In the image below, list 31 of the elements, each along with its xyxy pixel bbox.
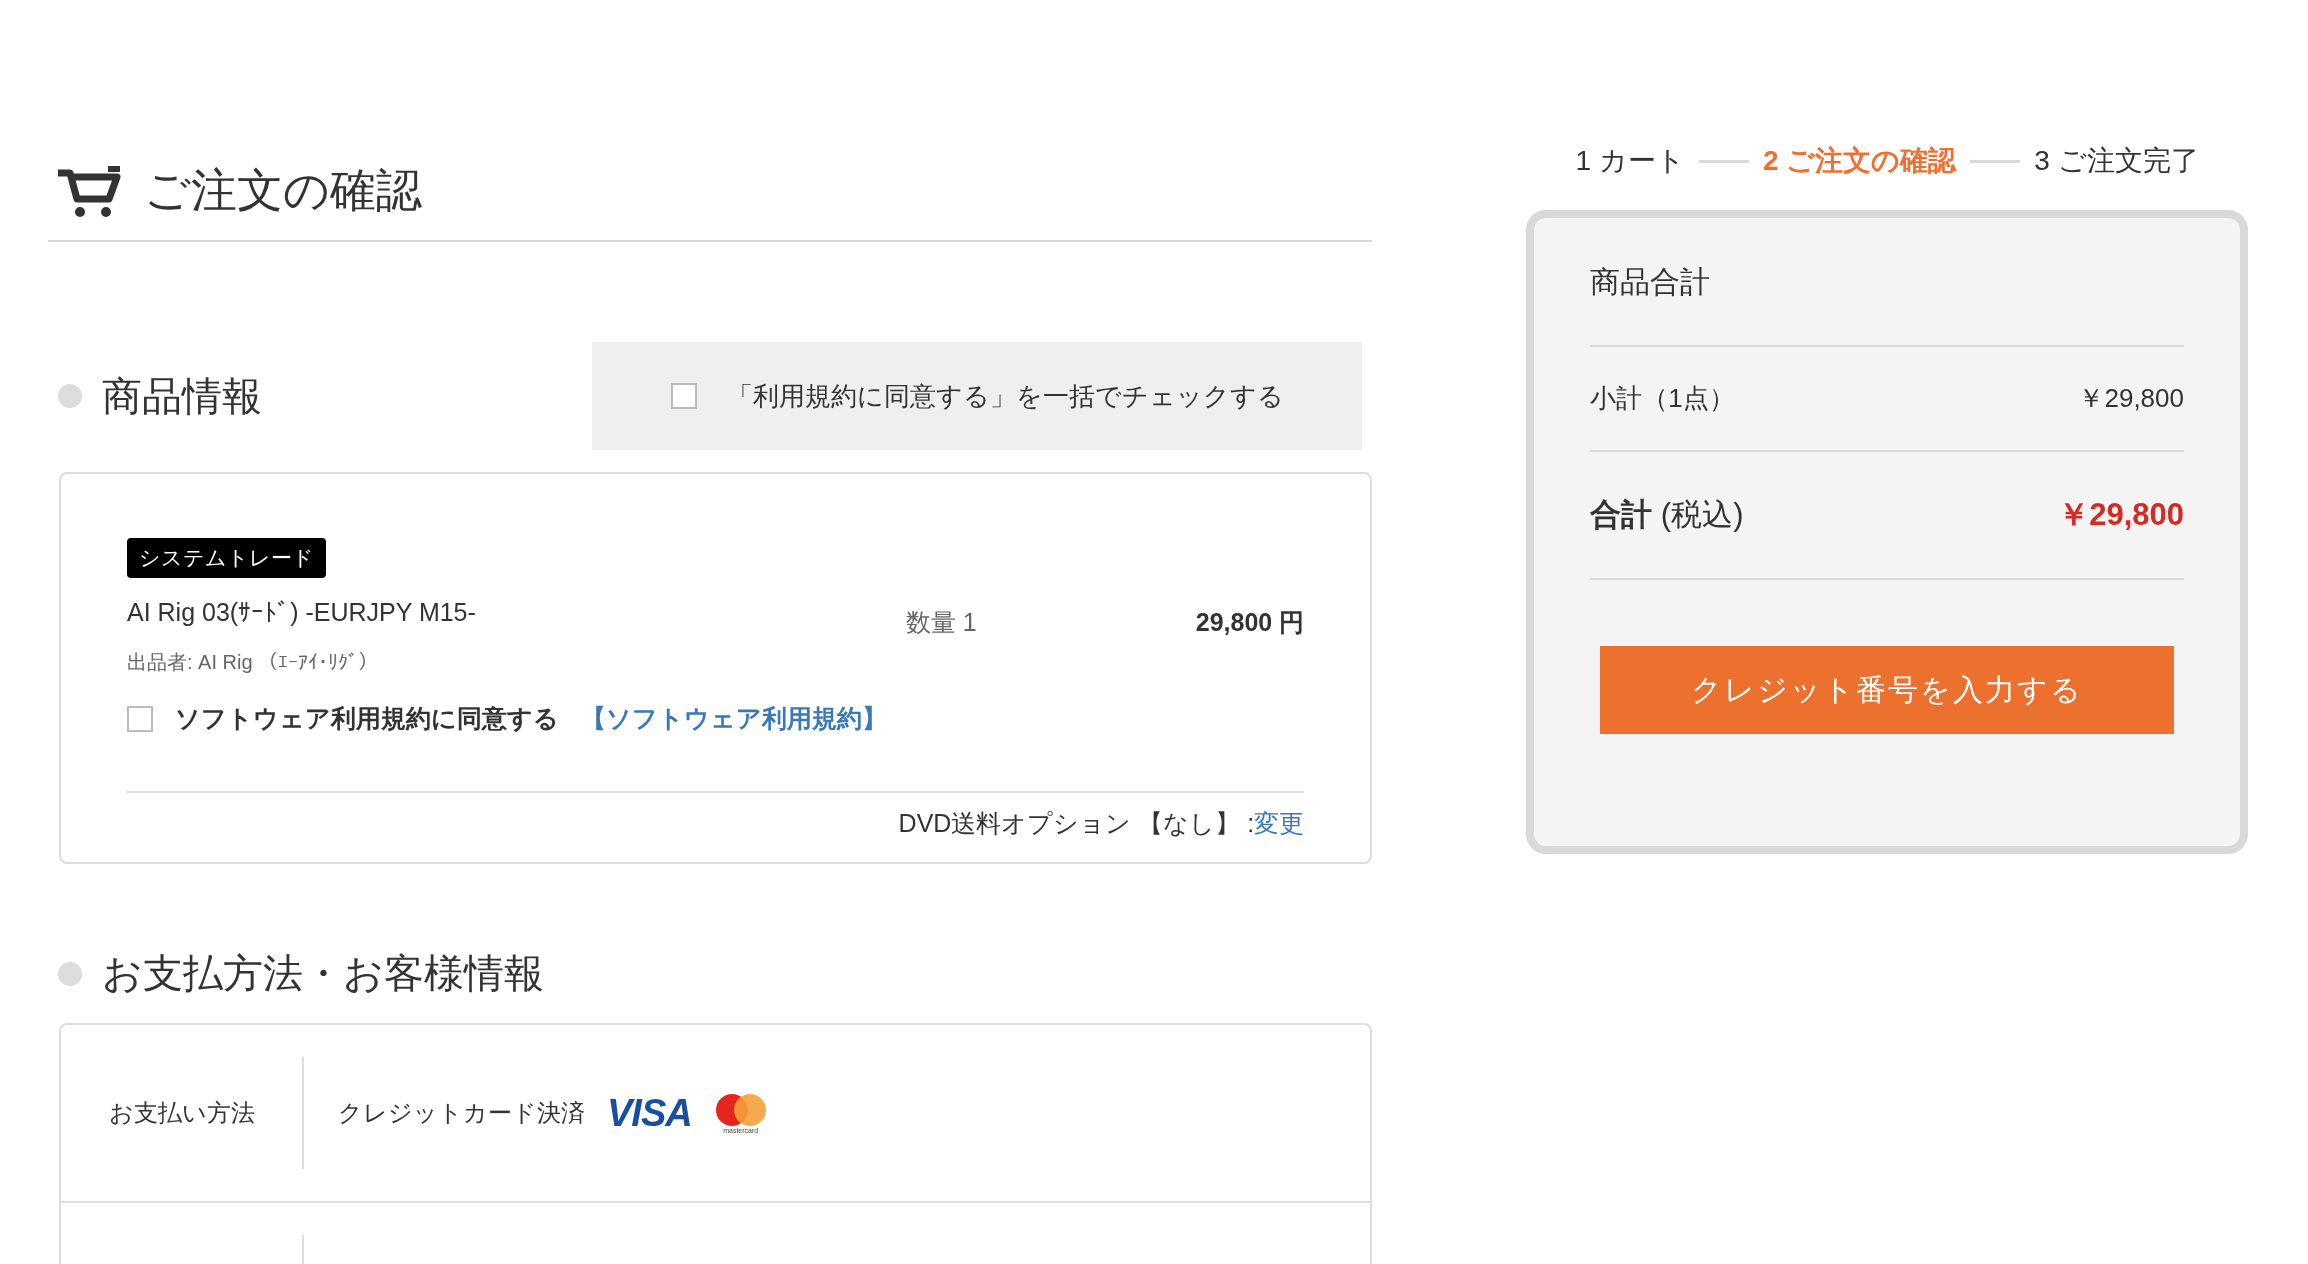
category-tag: システムトレード (127, 538, 326, 578)
circles-icon (713, 1092, 768, 1127)
quantity-text: 数量 1 (905, 606, 978, 638)
bulk-agree-button[interactable]: 「利用規約に同意する」を一括でチェックする (592, 342, 1363, 450)
section-heading: お支払方法・お客様情報 (102, 950, 544, 997)
total-label: 合計 (税込) (1590, 496, 1744, 534)
bullet-dot (58, 384, 82, 408)
payment-method-text: クレジットカード決済 (338, 1098, 585, 1128)
credit-card-button[interactable]: クレジット番号を入力する (1600, 646, 2174, 734)
step-label: 2 ご注文の確認 (1762, 144, 1957, 178)
cart-icon (56, 163, 122, 219)
step-label: 3 ご注文完了 (2034, 144, 2199, 178)
seller-text: 出品者: AI Rig （ｴｰｱｲ･ﾘｸﾞ） (127, 650, 380, 675)
step-label: 1 カート (1575, 144, 1685, 178)
row-label: お支払い方法 (108, 1098, 255, 1128)
summary-title: 商品合計 (1590, 265, 1711, 298)
price-text: 29,800 円 (1195, 606, 1305, 638)
bullet-dot (58, 961, 82, 986)
subtotal-value: ￥29,800 (2078, 382, 2184, 415)
page-title: ご注文の確認 (144, 163, 422, 218)
checkbox[interactable] (127, 705, 153, 732)
product-name: AI Rig 03(ｻｰﾄﾞ) -EURJPY M15- (127, 598, 477, 627)
visa-logo: VISA (607, 1091, 692, 1135)
subtotal-label: 小計（1点） (1590, 382, 1735, 415)
section-heading: 商品情報 (102, 372, 262, 420)
total-value: ￥29,800 (2058, 496, 2184, 534)
dvd-option-text: DVD送料オプション 【なし】 : (898, 808, 1255, 839)
change-link[interactable]: 変更 (1254, 807, 1305, 840)
checkbox[interactable] (670, 383, 697, 409)
terms-link[interactable]: 【ソフトウェア利用規約】 (581, 702, 887, 735)
agree-label: ソフトウェア利用規約に同意する (175, 703, 559, 734)
